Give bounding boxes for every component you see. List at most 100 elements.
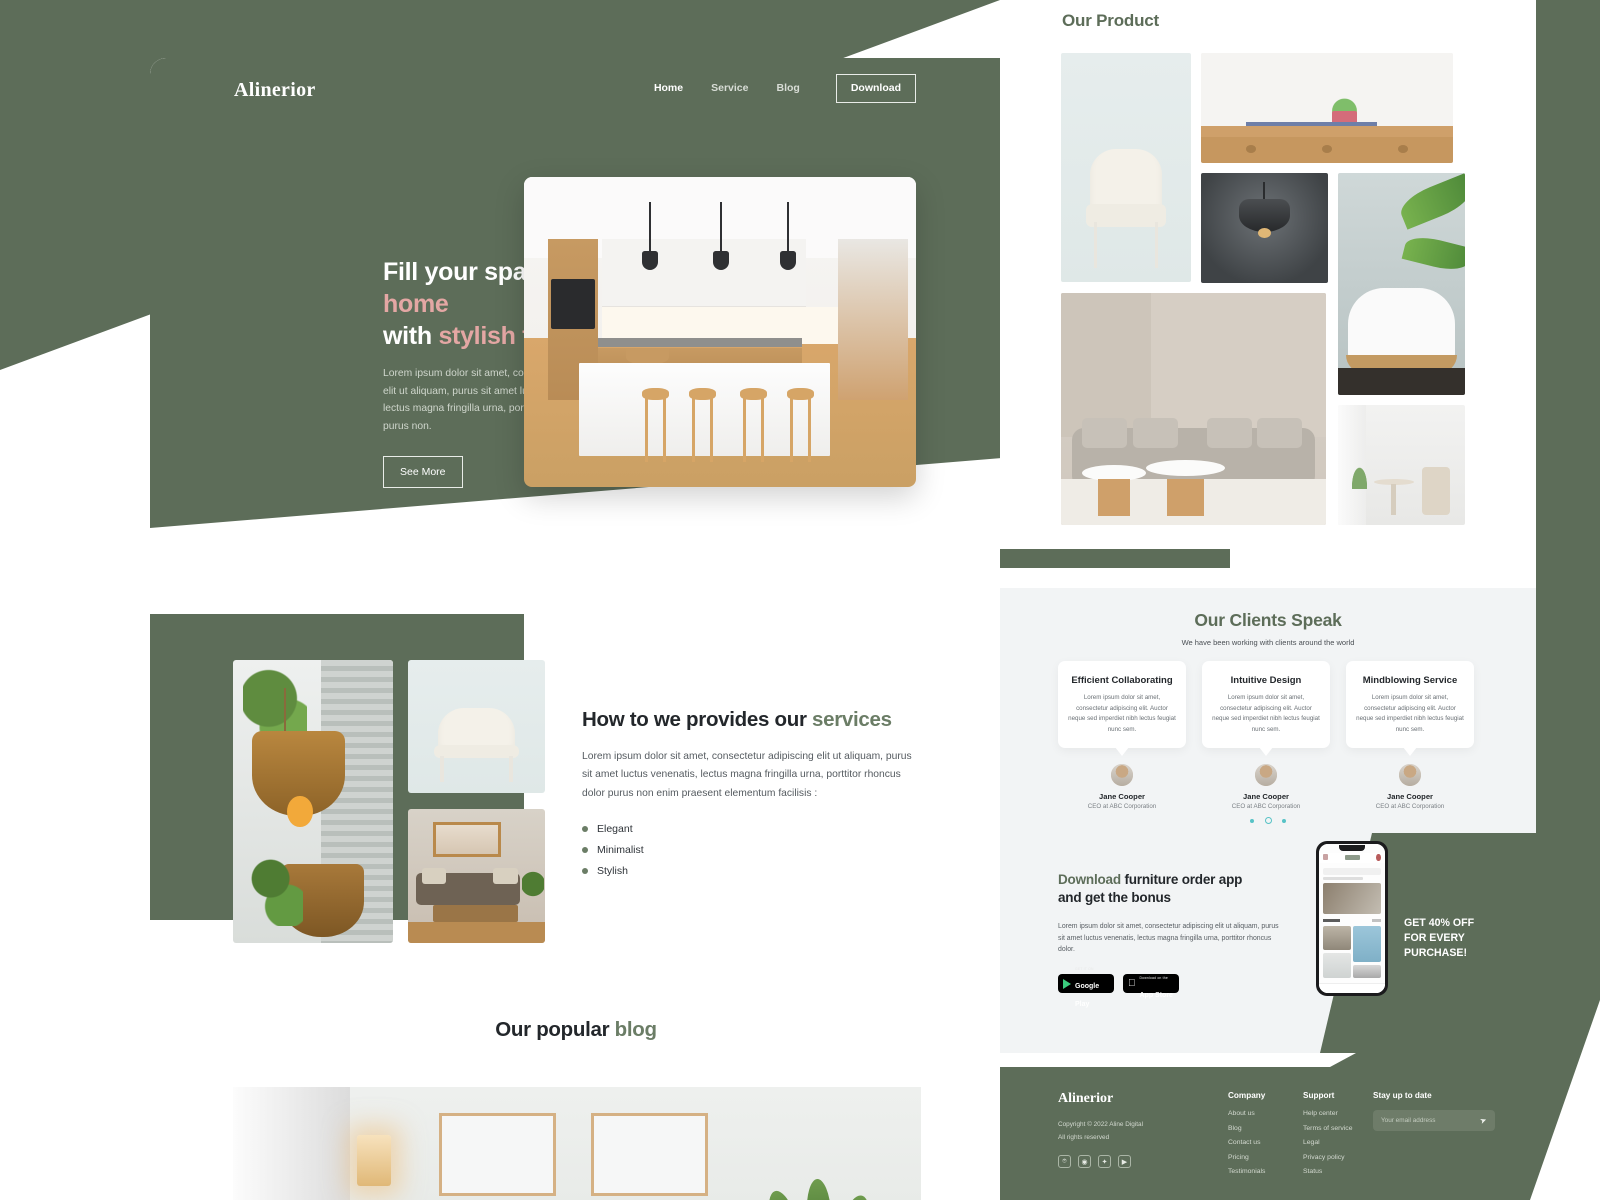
product-image-pendant-lamp[interactable] [1201, 173, 1328, 283]
footer-link-blog[interactable]: Blog [1228, 1125, 1265, 1132]
testimonial-body: Lorem ipsum dolor sit amet, consectetur … [1356, 694, 1464, 733]
instagram-icon[interactable]: ⌾ [1058, 1155, 1071, 1168]
testimonial-title: Mindblowing Service [1362, 675, 1458, 686]
testimonial-card: Efficient Collaborating Lorem ipsum dolo… [1058, 661, 1186, 757]
footer-link-privacy-policy[interactable]: Privacy policy [1303, 1154, 1352, 1161]
footer-copyright: Copyright © 2022 Aline Digital [1058, 1121, 1143, 1128]
footer-link-status[interactable]: Status [1303, 1168, 1352, 1175]
footer: Alinerior Copyright © 2022 Aline Digital… [1000, 1053, 1536, 1200]
google-play-button[interactable]: GET IT ON Google Play [1058, 967, 1114, 1008]
bullet-dot-icon [582, 825, 588, 832]
youtube-icon[interactable]: ▶ [1118, 1155, 1131, 1168]
services-image-chair [408, 660, 545, 793]
testimonial-body: Lorem ipsum dolor sit amet, consectetur … [1068, 694, 1176, 733]
download-app-heading: Download furniture order app and get the… [1058, 871, 1298, 907]
google-play-label: Google Play [1075, 982, 1100, 1008]
footer-link-about-us[interactable]: About us [1228, 1110, 1265, 1117]
testimonial-name: Jane Cooper [1387, 792, 1433, 802]
footer-column-heading: Company [1228, 1091, 1266, 1100]
download-button[interactable]: Download [835, 74, 916, 103]
download-app-copy: Download furniture order app and get the… [1058, 871, 1298, 1008]
download-app-section: Download furniture order app and get the… [1000, 833, 1536, 1053]
testimonial-list: Efficient Collaborating Lorem ipsum dolo… [1058, 661, 1474, 810]
bullet-dot-icon [582, 867, 588, 874]
twitter-icon[interactable]: ✦ [1098, 1155, 1111, 1168]
clients-section: Our Clients Speak We have been working w… [1000, 588, 1536, 833]
blog-card[interactable] [233, 1087, 921, 1200]
offer-line-3: PURCHASE! [1404, 947, 1467, 960]
bullet-dot-icon [582, 846, 588, 853]
footer-brand: Alinerior [1058, 1091, 1114, 1106]
blog-title-main: Our popular [495, 1018, 615, 1041]
google-play-icon [1063, 978, 1071, 989]
footer-copyright-block: Copyright © 2022 Aline Digital All right… [1058, 1119, 1143, 1145]
offer-text: GET 40% OFF FOR EVERY PURCHASE! [1404, 916, 1524, 961]
services-image-living-room [408, 809, 545, 943]
services-title-accent: services [812, 708, 892, 731]
hero-title-accent1: home [383, 290, 449, 318]
footer-link-help-center[interactable]: Help center [1303, 1110, 1352, 1117]
testimonial-role: CEO at ABC Corporation [1375, 803, 1445, 811]
footer-link-legal[interactable]: Legal [1303, 1139, 1352, 1146]
send-icon[interactable]: ➤ [1479, 1115, 1488, 1126]
product-image-sofa[interactable] [1061, 293, 1326, 525]
download-app-heading-rest: furniture order app [1120, 872, 1243, 887]
testimonial-item: Mindblowing Service Lorem ipsum dolor si… [1346, 661, 1474, 810]
avatar [1111, 764, 1133, 787]
left-page-mock: Alinerior Home Service Blog Download Fil… [150, 58, 1002, 1200]
footer-column-heading: Support [1303, 1091, 1335, 1100]
footer-link-terms-of-service[interactable]: Terms of service [1303, 1125, 1352, 1132]
green-accent-bar [1000, 549, 1230, 568]
hero-title-part2: with [383, 322, 439, 350]
footer-rights: All rights reserved [1058, 1133, 1110, 1141]
testimonial-name: Jane Cooper [1099, 792, 1145, 802]
nav-links: Home Service Blog Download [654, 74, 916, 103]
carousel-dot-active[interactable] [1264, 817, 1272, 825]
product-image-chair-with-palm[interactable] [1338, 173, 1465, 395]
app-store-label: App Store [1132, 991, 1173, 999]
testimonial-role: CEO at ABC Corporation [1087, 803, 1157, 811]
nav-link-home[interactable]: Home [654, 82, 683, 94]
see-more-button[interactable]: See More [383, 455, 463, 488]
hero-image-kitchen [524, 177, 916, 487]
download-app-heading-accent: Download [1058, 872, 1121, 887]
product-image-armchair[interactable] [1061, 53, 1191, 282]
brand-logo[interactable]: Alinerior [234, 79, 316, 102]
carousel-dot[interactable] [1250, 818, 1255, 823]
download-app-heading-line2: and get the bonus [1058, 889, 1171, 905]
carousel-pagination [1000, 812, 1536, 830]
background-right-green-strip [1536, 0, 1600, 1200]
clients-subheading: We have been working with clients around… [1181, 638, 1355, 647]
services-image-lamps [233, 660, 393, 943]
services-title: How to we provides our services [582, 708, 934, 732]
nav-link-service[interactable]: Service [711, 82, 748, 94]
footer-link-contact-us[interactable]: Contact us [1228, 1139, 1265, 1146]
nav-link-blog[interactable]: Blog [777, 82, 800, 94]
google-play-small-label: GET IT ON [1075, 966, 1094, 971]
list-item: Stylish [582, 865, 934, 877]
footer-newsletter: Stay up to date ➤ [1373, 1091, 1495, 1131]
footer-link-testimonials[interactable]: Testimonials [1228, 1168, 1265, 1175]
app-store-button[interactable]:  Download on the App Store [1123, 974, 1179, 999]
list-item: Elegant [582, 823, 934, 835]
footer-link-pricing[interactable]: Pricing [1228, 1154, 1265, 1161]
email-field[interactable] [1381, 1117, 1481, 1124]
product-image-console-table[interactable] [1201, 53, 1453, 163]
phone-mockup [1316, 841, 1388, 996]
dribbble-icon[interactable]: ◉ [1078, 1155, 1091, 1168]
carousel-dot[interactable] [1281, 818, 1286, 823]
testimonial-body: Lorem ipsum dolor sit amet, consectetur … [1212, 694, 1320, 733]
store-button-list: GET IT ON Google Play  Download on the … [1058, 967, 1298, 1008]
blog-card-list [233, 1087, 921, 1200]
footer-column-company: Company About us Blog Contact us Pricing… [1228, 1091, 1265, 1183]
testimonial-name: Jane Cooper [1243, 792, 1289, 802]
page-canvas: Alinerior Home Service Blog Download Fil… [0, 0, 1600, 1200]
testimonial-card: Intuitive Design Lorem ipsum dolor sit a… [1202, 661, 1330, 757]
product-image-bright-corner[interactable] [1338, 405, 1465, 525]
blog-title: Our popular blog [150, 1018, 1002, 1042]
list-item: Minimalist [582, 844, 934, 856]
offer-line-2: FOR EVERY [1404, 932, 1465, 945]
apple-icon:  [1128, 978, 1136, 989]
footer-column-support: Support Help center Terms of service Leg… [1303, 1091, 1352, 1183]
product-grid [1061, 53, 1469, 525]
